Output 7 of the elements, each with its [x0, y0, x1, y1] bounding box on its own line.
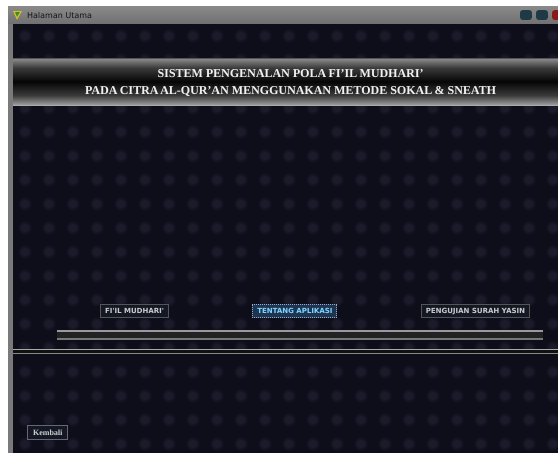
- maximize-button[interactable]: [536, 10, 548, 20]
- banner-title: SISTEM PENGENALAN POLA FI’IL MUDHARI’: [157, 65, 424, 82]
- minimize-button[interactable]: [520, 10, 532, 20]
- app-icon: [12, 10, 23, 20]
- back-button[interactable]: Kembali: [27, 425, 68, 440]
- banner-title: PADA CITRA AL-QUR’AN MENGGUNAKAN METODE SOKAL & SNEATH: [84, 82, 496, 99]
- window-title: Halaman Utama: [27, 10, 93, 20]
